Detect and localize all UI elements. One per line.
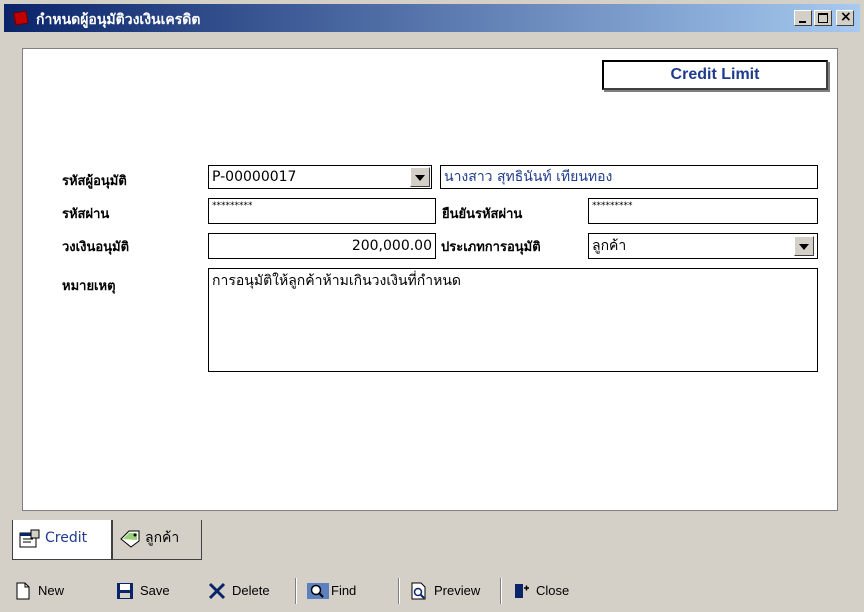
find-button[interactable]: Find xyxy=(307,580,356,602)
app-window: กำหนดผู้อนุมัติวงเงินเครดิต × Credit Lim… xyxy=(0,0,864,612)
tab-customer[interactable]: ลูกค้า xyxy=(112,520,202,560)
new-button-label: New xyxy=(38,583,65,598)
password-input[interactable]: ********* xyxy=(208,198,436,224)
find-button-label: Find xyxy=(331,583,357,598)
properties-icon xyxy=(19,529,40,548)
save-button[interactable]: Save xyxy=(116,580,170,602)
approval-type-select[interactable]: ลูกค้า xyxy=(588,233,818,259)
new-button[interactable]: New xyxy=(14,580,64,602)
toolbar-separator xyxy=(398,578,400,604)
close-button-label: Close xyxy=(536,583,570,598)
floppy-disk-icon xyxy=(117,583,133,599)
window-title: กำหนดผู้อนุมัติวงเงินเครดิต xyxy=(36,12,201,28)
confirm-password-label: ยืนยันรหัสผ่าน xyxy=(442,207,523,222)
delete-x-icon xyxy=(208,582,226,600)
limit-amount-input[interactable]: 200,000.00 xyxy=(208,233,436,259)
tab-credit[interactable]: Credit xyxy=(12,520,112,560)
title-bar: กำหนดผู้อนุมัติวงเงินเครดิต × xyxy=(4,4,860,32)
tab-credit-label: Credit xyxy=(45,530,88,546)
approver-code-dropdown-button[interactable] xyxy=(410,167,430,187)
remark-textarea[interactable]: การอนุมัติให้ลูกค้าห้ามเกินวงเงินที่กำหน… xyxy=(208,268,818,372)
toolbar-separator xyxy=(500,578,502,604)
close-icon: × xyxy=(840,9,852,25)
close-window-button[interactable]: × xyxy=(836,9,854,26)
preview-button-label: Preview xyxy=(434,583,481,598)
tag-icon xyxy=(120,530,140,548)
maximize-button[interactable] xyxy=(814,10,832,26)
exit-door-icon xyxy=(515,584,529,598)
remark-label: หมายเหตุ xyxy=(62,279,116,294)
preview-button[interactable]: Preview xyxy=(410,580,480,602)
toolbar-separator xyxy=(295,578,297,604)
approval-type-dropdown-button[interactable] xyxy=(794,236,814,256)
delete-button-label: Delete xyxy=(232,583,270,598)
limit-label: วงเงินอนุมัติ xyxy=(62,240,130,255)
credit-limit-badge: Credit Limit xyxy=(602,60,828,90)
approval-type-label: ประเภทการอนุมัติ xyxy=(441,240,541,255)
book-icon xyxy=(13,10,29,26)
confirm-password-input[interactable]: ********* xyxy=(588,198,818,224)
save-button-label: Save xyxy=(140,583,170,598)
minimize-button[interactable] xyxy=(794,10,812,26)
toolbar: New Save Delete Find Preview Close xyxy=(0,566,864,612)
print-preview-icon xyxy=(411,582,426,600)
password-label: รหัสผ่าน xyxy=(62,207,110,222)
approver-code-label: รหัสผู้อนุมัติ xyxy=(62,174,127,189)
new-document-icon xyxy=(16,582,30,600)
approver-code-select[interactable]: P-00000017 xyxy=(208,165,432,189)
search-icon xyxy=(307,583,329,599)
tab-customer-label: ลูกค้า xyxy=(145,530,180,546)
delete-button[interactable]: Delete xyxy=(208,580,270,602)
close-button[interactable]: Close xyxy=(512,580,569,602)
approver-name-field: นางสาว สุทธินันท์ เทียนทอง xyxy=(440,165,818,189)
